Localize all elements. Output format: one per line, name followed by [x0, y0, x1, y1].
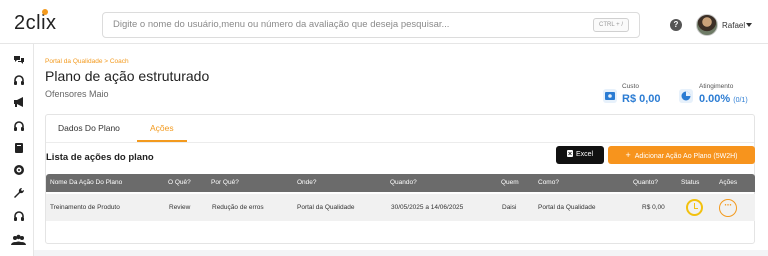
wrench-icon[interactable]: [13, 187, 25, 199]
table-header: Nome Da Ação Do Plano O Quê? Por Quê? On…: [46, 174, 755, 192]
page-subtitle: Ofensores Maio: [45, 89, 109, 99]
search-shortcut-hint: CTRL + /: [593, 18, 629, 32]
plus-icon: +: [625, 150, 631, 160]
col-header-status[interactable]: Status: [681, 179, 699, 186]
cell-when: 30/05/2025 a 14/06/2025: [391, 204, 464, 211]
cell-how-much: R$ 0,00: [642, 204, 665, 211]
megaphone-icon[interactable]: [13, 96, 25, 108]
col-header-when[interactable]: Quando?: [390, 179, 417, 186]
more-actions-icon[interactable]: ···: [719, 199, 737, 217]
kpi-achievement-value: 0.00% (0/1): [699, 93, 748, 105]
cell-why: Redução de erros: [212, 204, 264, 211]
headset-icon[interactable]: [13, 74, 25, 86]
kpi-achievement-percent: 0.00%: [699, 93, 731, 105]
col-header-how-much[interactable]: Quanto?: [633, 179, 658, 186]
cell-what: Review: [169, 204, 191, 211]
logo-text: 2clix: [14, 12, 57, 34]
actions-list-title: Lista de ações do plano: [46, 152, 154, 163]
col-header-what[interactable]: O Quê?: [168, 179, 191, 186]
headset-icon[interactable]: [13, 120, 25, 132]
money-icon: [603, 89, 617, 103]
main-content: Portal da Qualidade > Coach Plano de açã…: [34, 44, 768, 250]
cell-where: Portal da Qualidade: [297, 204, 355, 211]
help-icon[interactable]: ?: [670, 19, 682, 31]
cell-who: Daisi: [502, 204, 517, 211]
kpi-cost-label: Custo: [622, 83, 639, 90]
tab-acoes[interactable]: Ações: [150, 123, 174, 133]
clock-status-icon: [686, 199, 703, 216]
logo-dot: [42, 9, 48, 15]
kpi-cost-value: R$ 0,00: [622, 93, 661, 105]
table-row[interactable]: Treinamento de Produto Review Redução de…: [46, 194, 755, 221]
top-bar: 2clix Digite o nome do usuário,menu ou n…: [0, 0, 768, 44]
cell-name: Treinamento de Produto: [50, 204, 120, 211]
add-action-button[interactable]: + Adicionar Ação Ao Plano (5W2H): [608, 146, 755, 164]
cell-how: Portal da Qualidade: [538, 204, 596, 211]
page-title: Plano de ação estruturado: [45, 68, 210, 84]
user-name[interactable]: Rafael: [722, 21, 745, 30]
excel-button-label: Excel: [575, 151, 594, 158]
app-logo[interactable]: 2clix: [14, 9, 57, 35]
chat-icon[interactable]: [13, 54, 25, 66]
sidebar: [0, 44, 34, 256]
avatar[interactable]: [696, 14, 718, 36]
breadcrumb[interactable]: Portal da Qualidade > Coach: [45, 58, 129, 65]
users-icon[interactable]: [11, 234, 26, 246]
pie-chart-icon: [679, 89, 693, 103]
kpi-achievement-label: Atingimento: [699, 83, 734, 90]
search-placeholder: Digite o nome do usuário,menu ou número …: [113, 19, 450, 30]
col-header-who[interactable]: Quem: [501, 179, 519, 186]
kpi-achievement-ratio: (0/1): [733, 97, 748, 104]
global-search-input[interactable]: Digite o nome do usuário,menu ou número …: [102, 12, 640, 38]
col-header-why[interactable]: Por Quê?: [211, 179, 239, 186]
tab-divider: [46, 142, 754, 143]
excel-icon: [566, 150, 573, 157]
book-icon[interactable]: [13, 142, 25, 154]
headset-icon[interactable]: [13, 210, 25, 222]
target-icon[interactable]: [13, 164, 25, 176]
plan-panel: Dados Do Plano Ações Lista de ações do p…: [45, 114, 755, 244]
chevron-down-icon[interactable]: [746, 23, 752, 27]
col-header-how[interactable]: Como?: [538, 179, 559, 186]
add-action-label: Adicionar Ação Ao Plano (5W2H): [634, 153, 738, 160]
tab-dados-do-plano[interactable]: Dados Do Plano: [58, 123, 120, 133]
col-header-actions[interactable]: Ações: [719, 179, 737, 186]
export-excel-button[interactable]: Excel: [556, 146, 604, 164]
col-header-where[interactable]: Onde?: [297, 179, 317, 186]
col-header-name[interactable]: Nome Da Ação Do Plano: [50, 179, 122, 186]
